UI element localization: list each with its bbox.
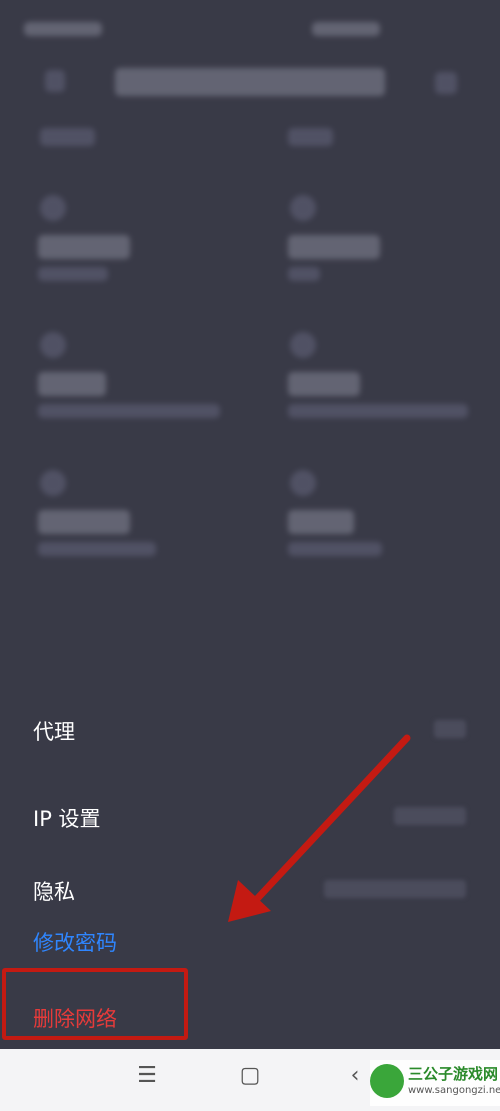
- site-watermark: 三公子游戏网 www.sangongzi.net: [370, 1060, 500, 1106]
- menu-icon[interactable]: ☰: [132, 1063, 162, 1088]
- android-logo-icon: [370, 1064, 404, 1098]
- watermark-url: www.sangongzi.net: [408, 1085, 500, 1096]
- annotation-arrow: [228, 734, 411, 922]
- back-icon[interactable]: ‹: [340, 1063, 370, 1088]
- watermark-brand: 三公子游戏网: [408, 1065, 499, 1083]
- home-icon[interactable]: ▢: [235, 1063, 265, 1088]
